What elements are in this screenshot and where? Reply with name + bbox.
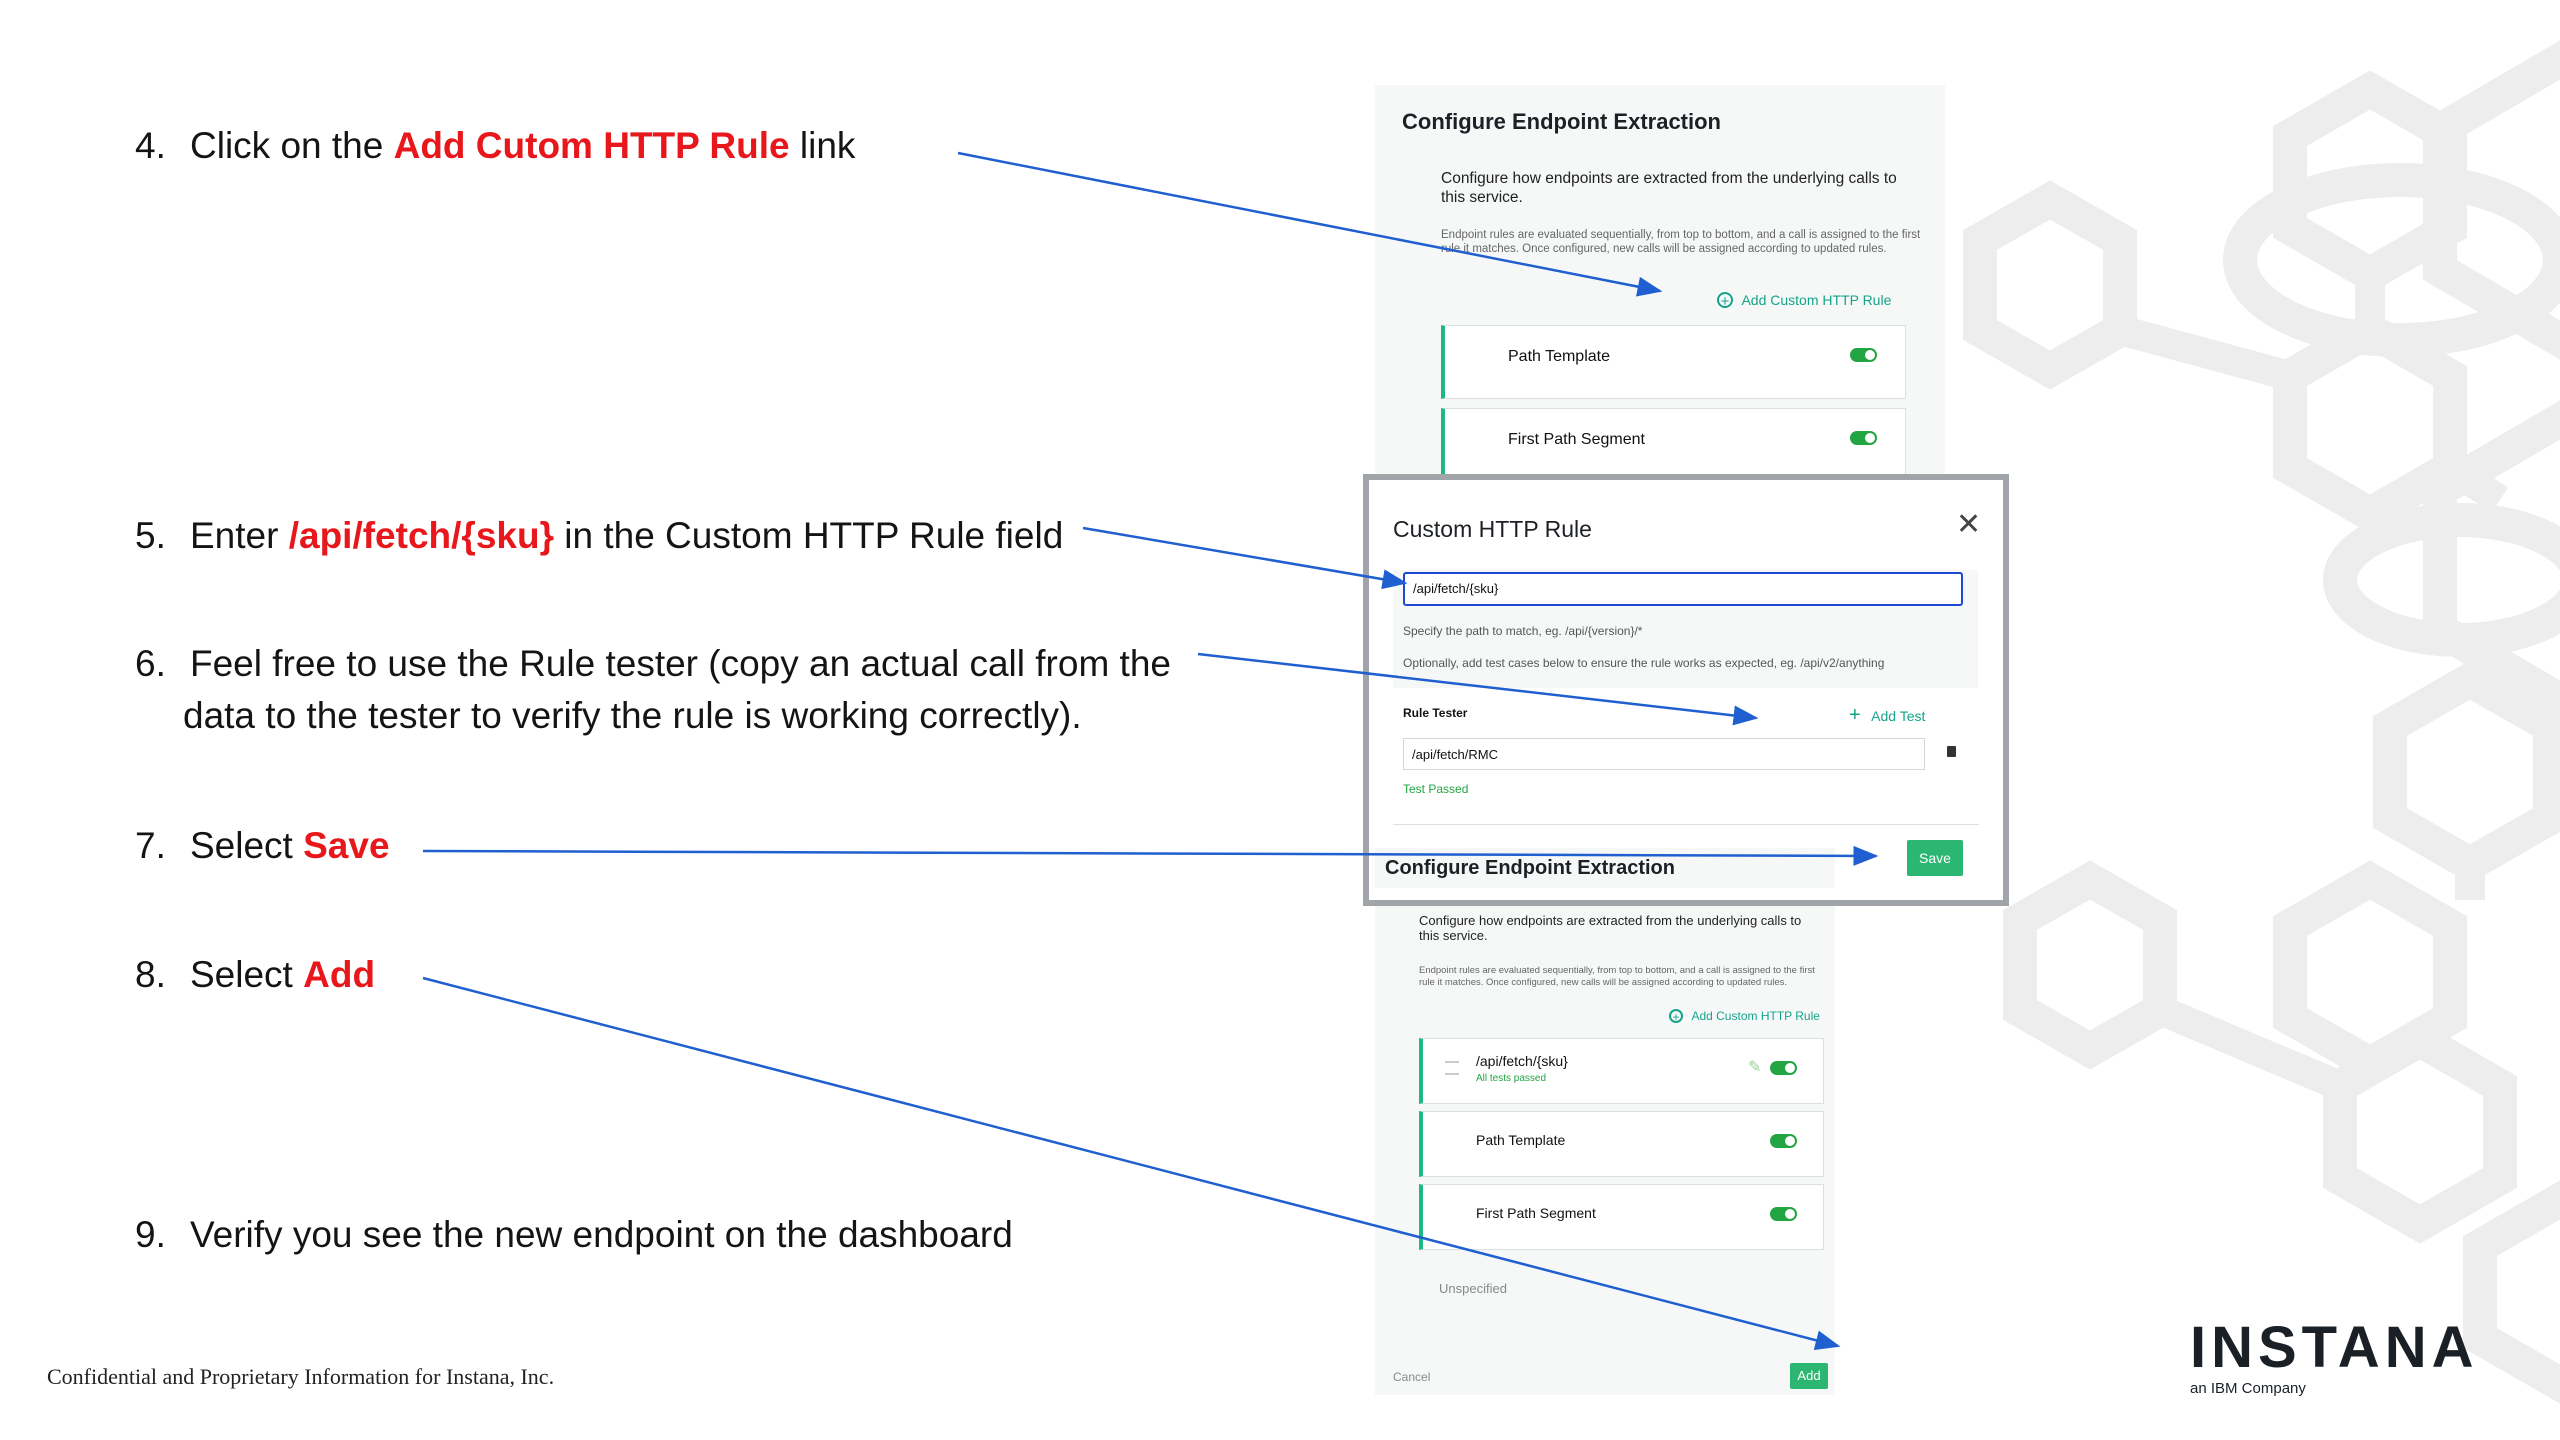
rule-card-custom[interactable]: /api/fetch/{sku} All tests passed ✎	[1419, 1038, 1824, 1104]
trash-icon[interactable]	[1947, 746, 1956, 757]
step-5: 5. Enter /api/fetch/{sku} in the Custom H…	[135, 515, 1064, 556]
add-custom-http-rule-link[interactable]: + Add Custom HTTP Rule	[1669, 1007, 1820, 1025]
configure-endpoint-panel-top: Configure Endpoint Extraction Configure …	[1375, 85, 1945, 485]
rule-card-first-path-segment[interactable]: First Path Segment	[1441, 408, 1906, 481]
confidential-footer: Confidential and Proprietary Information…	[47, 1364, 555, 1389]
custom-http-rule-modal: Custom HTTP Rule ✕ /api/fetch/{sku} Spec…	[1363, 474, 2009, 906]
path-hint: Specify the path to match, eg. /api/{ver…	[1403, 624, 1643, 638]
step-8: 8. Select Add	[135, 954, 376, 995]
highlight-path: /api/fetch/{sku}	[288, 515, 554, 556]
drag-handle-icon[interactable]	[1445, 1061, 1459, 1075]
custom-rule-input[interactable]: /api/fetch/{sku}	[1403, 572, 1963, 606]
panel-description: Configure how endpoints are extracted fr…	[1419, 913, 1802, 943]
ibm-company-tag: an IBM Company	[2190, 1380, 2306, 1397]
rule-test-status: All tests passed	[1476, 1073, 1547, 1084]
modal-title: Custom HTTP Rule	[1393, 516, 1592, 542]
instana-wordmark: INSTANA	[2190, 1315, 2479, 1380]
highlight-add: Add	[303, 954, 376, 995]
rule-tester-label: Rule Tester	[1403, 706, 1468, 720]
test-hint: Optionally, add test cases below to ensu…	[1403, 656, 1885, 670]
add-test-button[interactable]: + Add Test	[1849, 704, 1925, 727]
rule-test-input[interactable]: /api/fetch/RMC	[1403, 738, 1925, 770]
panel-note: Endpoint rules are evaluated sequentiall…	[1419, 965, 1815, 988]
plus-icon: +	[1849, 704, 1861, 726]
add-circle-icon: +	[1717, 291, 1733, 309]
configure-endpoint-panel-bottom: Configure Endpoint Extraction Configure …	[1375, 845, 1835, 1395]
modal-divider	[1393, 824, 1979, 825]
rule-enabled-toggle[interactable]	[1770, 1134, 1797, 1148]
rule-label: Path Template	[1508, 348, 1610, 365]
rule-label: Path Template	[1476, 1132, 1566, 1148]
step-7: 7. Select Save	[135, 825, 390, 866]
rule-enabled-toggle[interactable]	[1770, 1061, 1797, 1075]
instana-logo: INSTANA an IBM Company	[2190, 1315, 2510, 1398]
rule-card-path-template[interactable]: Path Template	[1419, 1111, 1824, 1177]
save-button[interactable]: Save	[1907, 840, 1963, 876]
arrow-step-5	[1082, 526, 1408, 590]
close-icon[interactable]: ✕	[1956, 510, 1981, 540]
step-4: 4. Click on the Add Cutom HTTP Rule link	[135, 125, 856, 166]
panel-bottom-title-overlay: Configure Endpoint Extraction	[1375, 848, 1835, 888]
add-button[interactable]: Add	[1790, 1363, 1828, 1389]
panel-note: Endpoint rules are evaluated sequentiall…	[1441, 229, 1921, 255]
add-circle-icon: +	[1669, 1008, 1683, 1023]
unspecified-rule: Unspecified	[1439, 1281, 1507, 1296]
rule-label: First Path Segment	[1476, 1205, 1596, 1221]
panel-title: Configure Endpoint Extraction	[1402, 109, 1721, 134]
panel-description: Configure how endpoints are extracted fr…	[1441, 170, 1897, 206]
step-6: 6. Feel free to use the Rule tester (copy…	[135, 643, 1171, 736]
step-9: 9. Verify you see the new endpoint on the…	[135, 1214, 1013, 1255]
add-custom-http-rule-link[interactable]: + Add Custom HTTP Rule	[1717, 291, 1891, 311]
highlight-save: Save	[303, 825, 390, 866]
rule-label: First Path Segment	[1508, 431, 1645, 448]
rule-enabled-toggle[interactable]	[1850, 431, 1877, 445]
rule-enabled-toggle[interactable]	[1850, 348, 1877, 362]
panel-title: Configure Endpoint Extraction	[1385, 857, 1675, 879]
cancel-button[interactable]: Cancel	[1393, 1370, 1430, 1384]
highlight-add-custom-rule: Add Cutom HTTP Rule	[393, 125, 790, 166]
rule-label: /api/fetch/{sku}	[1476, 1053, 1568, 1069]
edit-pencil-icon[interactable]: ✎	[1748, 1057, 1761, 1077]
rule-enabled-toggle[interactable]	[1770, 1207, 1797, 1221]
rule-card-path-template[interactable]: Path Template	[1441, 325, 1906, 399]
test-status: Test Passed	[1403, 782, 1469, 796]
rule-card-first-path-segment[interactable]: First Path Segment	[1419, 1184, 1824, 1250]
